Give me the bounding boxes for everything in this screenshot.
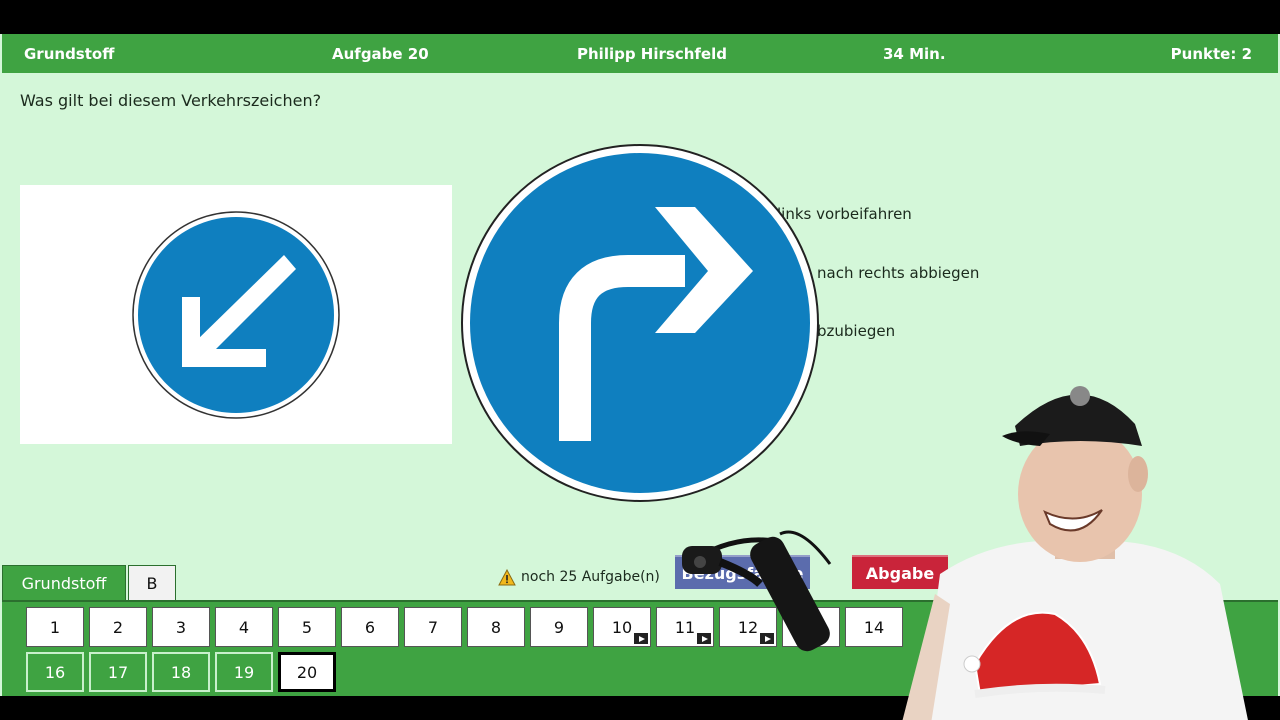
- turn-right-sign-icon: [461, 144, 819, 502]
- question-text: Was gilt bei diesem Verkehrszeichen?: [20, 91, 322, 110]
- task-number-label: 17: [107, 662, 129, 682]
- task-button-18[interactable]: 18: [152, 652, 210, 692]
- keep-left-sign-icon: [132, 211, 340, 419]
- task-button-2[interactable]: 2: [89, 607, 147, 647]
- task-button-17[interactable]: 17: [89, 652, 147, 692]
- task-number-label: 8: [490, 617, 502, 637]
- task-number-label: 9: [553, 617, 565, 637]
- task-button-9[interactable]: 9: [530, 607, 588, 647]
- task-button-8[interactable]: 8: [467, 607, 525, 647]
- task-number-label: 1: [49, 617, 61, 637]
- points-display: Punkte: 2: [1170, 45, 1252, 63]
- task-number-label: 4: [238, 617, 250, 637]
- remaining-tasks: noch 25 Aufgabe(n): [498, 566, 660, 588]
- answer-option-3[interactable]: bzubiegen: [817, 322, 895, 340]
- task-button-20[interactable]: 20: [278, 652, 336, 692]
- question-image: [20, 185, 452, 444]
- remaining-label: noch 25 Aufgabe(n): [521, 569, 660, 585]
- user-name: Philipp Hirschfeld: [577, 45, 727, 63]
- task-number-label: 6: [364, 617, 376, 637]
- header-bar: Grundstoff Aufgabe 20 Philipp Hirschfeld…: [2, 34, 1278, 73]
- microphone-image: [682, 530, 832, 652]
- task-button-19[interactable]: 19: [215, 652, 273, 692]
- section-title: Grundstoff: [24, 45, 115, 63]
- task-button-7[interactable]: 7: [404, 607, 462, 647]
- answer-option-2[interactable]: nach rechts abbiegen: [817, 264, 979, 282]
- task-number: Aufgabe 20: [332, 45, 429, 63]
- task-button-16[interactable]: 16: [26, 652, 84, 692]
- task-number-label: 7: [427, 617, 439, 637]
- task-button-1[interactable]: 1: [26, 607, 84, 647]
- warning-icon: [498, 568, 516, 585]
- task-number-label: 5: [301, 617, 313, 637]
- task-button-10[interactable]: 10: [593, 607, 651, 647]
- task-number-label: 3: [175, 617, 187, 637]
- task-button-4[interactable]: 4: [215, 607, 273, 647]
- video-play-icon: [634, 633, 648, 644]
- task-number-label: 16: [44, 662, 66, 682]
- tab-grundstoff[interactable]: Grundstoff: [2, 565, 126, 601]
- task-number-label: 2: [112, 617, 124, 637]
- task-number-label: 20: [296, 662, 318, 682]
- tab-b[interactable]: B: [128, 565, 176, 601]
- task-button-5[interactable]: 5: [278, 607, 336, 647]
- task-number-label: 10: [611, 617, 633, 637]
- task-number-label: 19: [233, 662, 255, 682]
- timer: 34 Min.: [883, 45, 946, 63]
- task-button-3[interactable]: 3: [152, 607, 210, 647]
- task-button-6[interactable]: 6: [341, 607, 399, 647]
- task-number-label: 18: [170, 662, 192, 682]
- streamer-webcam-image: [902, 386, 1248, 720]
- app-window: Grundstoff Aufgabe 20 Philipp Hirschfeld…: [0, 34, 1280, 720]
